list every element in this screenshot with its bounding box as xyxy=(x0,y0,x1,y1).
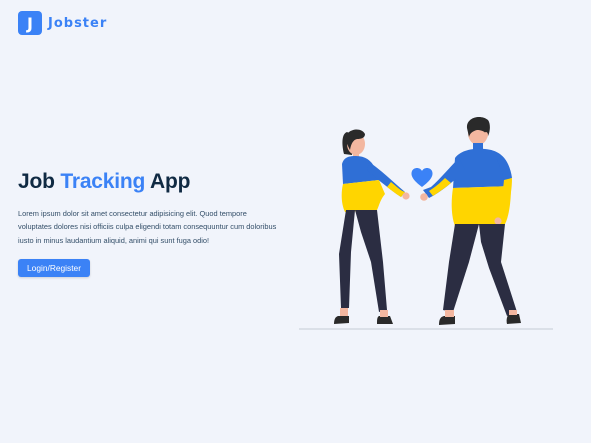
hero-title-part2: App xyxy=(145,170,191,193)
man-figure xyxy=(420,116,521,325)
logo-letter: J xyxy=(27,13,33,33)
hero-section: Job Tracking App Lorem ipsum dolor sit a… xyxy=(18,169,283,278)
woman-figure xyxy=(334,129,410,324)
heart-icon xyxy=(411,168,433,187)
navbar: J Jobster xyxy=(18,11,107,35)
hero-title-part1: Job xyxy=(18,170,61,193)
brand-name: Jobster xyxy=(48,15,108,31)
hero-title-accent: Tracking xyxy=(60,170,146,193)
hero-title: Job Tracking App xyxy=(18,169,283,195)
couple-holding-hands-illustration xyxy=(299,116,553,330)
login-register-button[interactable]: Login/Register xyxy=(18,259,91,278)
logo-badge[interactable]: J xyxy=(18,11,42,35)
hero-description: Lorem ipsum dolor sit amet consectetur a… xyxy=(18,209,277,245)
